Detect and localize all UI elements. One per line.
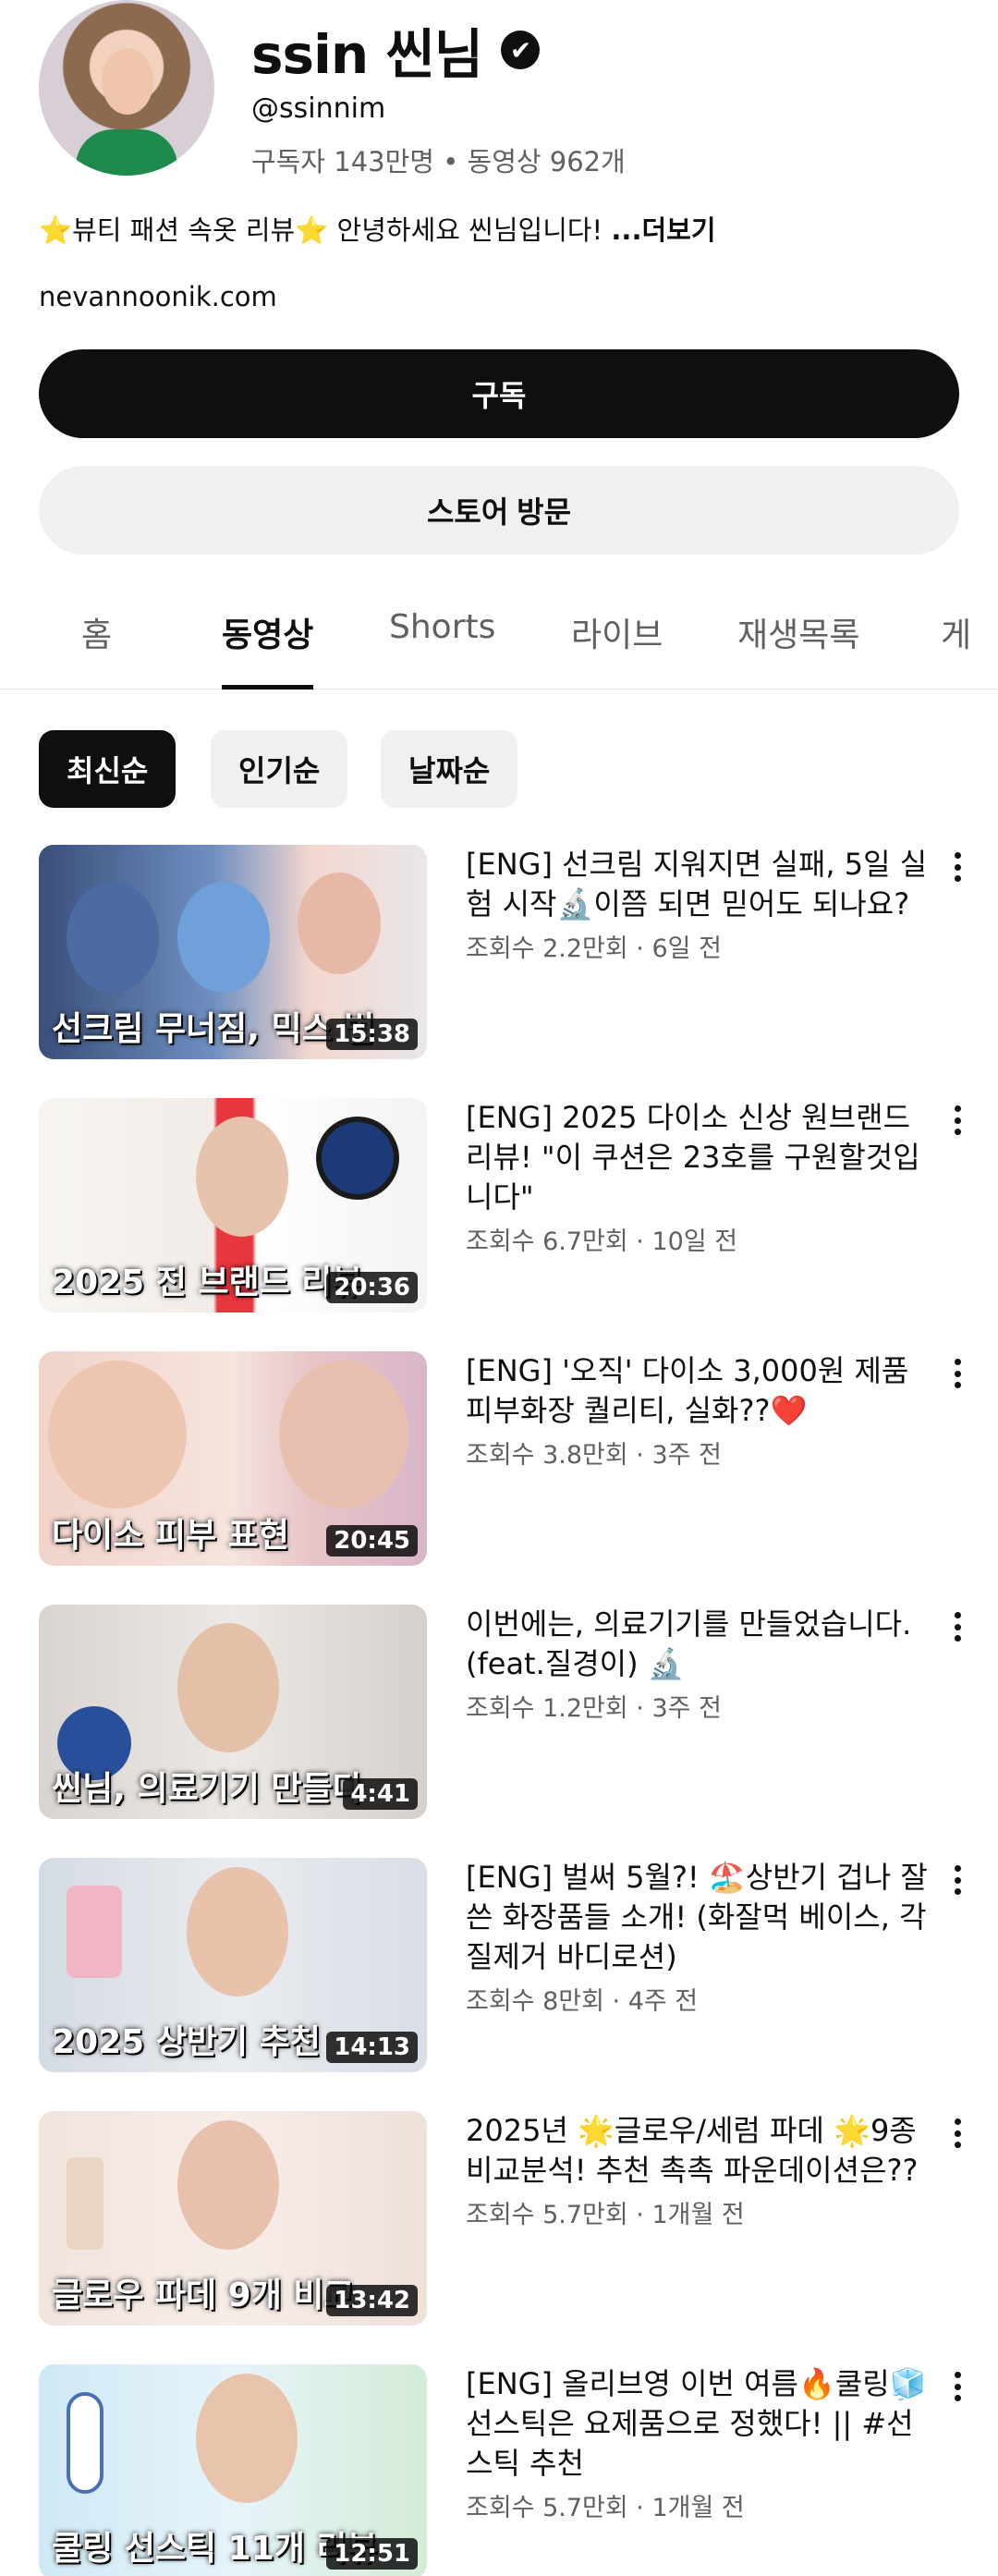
thumbnail-text: 다이소 피부 표현: [52, 1517, 289, 1555]
video-title[interactable]: [ENG] 2025 다이소 신상 원브랜드 리뷰! "이 쿠션은 23호를 구…: [466, 1098, 928, 1217]
chip-latest[interactable]: 최신순: [39, 730, 176, 808]
channel-link[interactable]: nevannoonik.com: [39, 281, 277, 312]
more-options-icon[interactable]: [946, 1102, 968, 1139]
video-duration: 20:36: [326, 1272, 418, 1303]
tab-home[interactable]: 홈: [81, 608, 112, 690]
thumbnail-text: 2025 전 브랜드 리뷰: [52, 1264, 363, 1301]
video-thumbnail[interactable]: 쿨링 선스틱 11개 리뷰 12:51: [39, 2364, 427, 2576]
video-title[interactable]: [ENG] 선크림 지워지면 실패, 5일 실험 시작🔬이쯤 되면 믿어도 되나…: [466, 845, 928, 924]
thumbnail-face-right: [279, 1361, 408, 1508]
video-duration: 12:51: [326, 2538, 418, 2570]
thumbnail-text: 씬님, 의료기기 만들다: [52, 1770, 363, 1808]
thumbnail-face-mid: [177, 882, 270, 993]
video-duration: 14:13: [326, 2032, 418, 2063]
video-info: [ENG] '오직' 다이소 3,000원 제품 피부화장 퀄리티, 실화??❤…: [466, 1351, 928, 1471]
video-thumbnail[interactable]: 2025 상반기 추천 14:13: [39, 1858, 427, 2072]
video-meta: 조회수 5.7만회 · 1개월 전: [466, 2201, 745, 2229]
video-thumbnail[interactable]: 다이소 피부 표현 20:45: [39, 1351, 427, 1566]
thumbnail-face: [177, 2120, 279, 2250]
chip-popular[interactable]: 인기순: [211, 730, 348, 808]
thumbnail-magnifier: [316, 1117, 399, 1200]
video-item[interactable]: 2025 전 브랜드 리뷰 20:36 [ENG] 2025 다이소 신상 원브…: [0, 1098, 998, 1320]
thumbnail-product: [67, 1886, 122, 1978]
channel-description[interactable]: ⭐뷰티 패션 속옷 리뷰⭐ 안녕하세요 씬님입니다! ...더보기: [39, 209, 716, 248]
video-info: [ENG] 벌써 5월?! 🏖️상반기 겁나 잘쓴 화장품들 소개! (화잘먹 …: [466, 1858, 928, 2017]
video-info: [ENG] 올리브영 이번 여름🔥쿨링🧊선스틱은 요제품으로 정했다! || #…: [466, 2364, 928, 2523]
video-thumbnail[interactable]: 2025 전 브랜드 리뷰 20:36: [39, 1098, 427, 1312]
video-meta: 조회수 1.2만회 · 3주 전: [466, 1694, 722, 1723]
video-info: [ENG] 선크림 지워지면 실패, 5일 실험 시작🔬이쯤 되면 믿어도 되나…: [466, 845, 928, 964]
video-duration: 4:41: [343, 1778, 418, 1810]
video-item[interactable]: 씬님, 의료기기 만들다 4:41 이번에는, 의료기기를 만들었습니다. (f…: [0, 1605, 998, 1826]
channel-avatar[interactable]: [39, 0, 214, 176]
video-info: 이번에는, 의료기기를 만들었습니다. (feat.질경이) 🔬 조회수 1.2…: [466, 1605, 928, 1724]
tab-shorts[interactable]: Shorts: [389, 608, 495, 690]
video-title[interactable]: 이번에는, 의료기기를 만들었습니다. (feat.질경이) 🔬: [466, 1605, 928, 1684]
tab-live[interactable]: 라이브: [571, 608, 663, 690]
video-item[interactable]: 글로우 파데 9개 비교 13:42 2025년 🌟글로우/세럼 파데 🌟9종 …: [0, 2111, 998, 2333]
thumbnail-face-right: [298, 873, 381, 974]
video-duration: 20:45: [326, 1525, 418, 1557]
thumbnail-text: 글로우 파데 9개 비교: [52, 2277, 355, 2314]
video-meta: 조회수 8만회 · 4주 전: [466, 1987, 699, 2016]
thumbnail-bottle: [67, 2157, 103, 2250]
video-item[interactable]: 다이소 피부 표현 20:45 [ENG] '오직' 다이소 3,000원 제품…: [0, 1351, 998, 1573]
video-title[interactable]: [ENG] '오직' 다이소 3,000원 제품 피부화장 퀄리티, 실화??❤…: [466, 1351, 928, 1431]
avatar-face: [102, 48, 153, 115]
channel-handle: @ssinnim: [251, 92, 386, 125]
video-meta: 조회수 5.7만회 · 1개월 전: [466, 2494, 745, 2522]
video-duration: 13:42: [326, 2285, 418, 2316]
more-options-icon[interactable]: [946, 1608, 968, 1645]
thumbnail-face: [196, 2374, 298, 2503]
more-options-icon[interactable]: [946, 848, 968, 885]
more-options-icon[interactable]: [946, 2368, 968, 2405]
verified-badge-icon: ✔: [501, 31, 541, 69]
channel-tabs: 홈 동영상 Shorts 라이브 재생목록 게: [0, 582, 998, 690]
more-options-icon[interactable]: [946, 2115, 968, 2152]
channel-header: ssin 씬님 ✔ @ssinnim 구독자 143만명 • 동영상 962개: [0, 0, 998, 194]
video-title[interactable]: [ENG] 벌써 5월?! 🏖️상반기 겁나 잘쓴 화장품들 소개! (화잘먹 …: [466, 1858, 928, 1977]
video-item[interactable]: 선크림 무너짐, 믹스 법 15:38 [ENG] 선크림 지워지면 실패, 5…: [0, 845, 998, 1067]
thumbnail-face-left: [67, 882, 159, 993]
more-options-icon[interactable]: [946, 1355, 968, 1392]
subscribe-button[interactable]: 구독: [39, 349, 959, 438]
video-item[interactable]: 쿨링 선스틱 11개 리뷰 12:51 [ENG] 올리브영 이번 여름🔥쿨링🧊…: [0, 2364, 998, 2576]
thumbnail-face: [187, 1867, 288, 1996]
video-title[interactable]: [ENG] 올리브영 이번 여름🔥쿨링🧊선스틱은 요제품으로 정했다! || #…: [466, 2364, 928, 2484]
video-thumbnail[interactable]: 글로우 파데 9개 비교 13:42: [39, 2111, 427, 2326]
avatar-shirt: [76, 129, 177, 176]
tab-videos[interactable]: 동영상: [222, 608, 314, 690]
video-duration: 15:38: [326, 1019, 418, 1050]
video-item[interactable]: 2025 상반기 추천 14:13 [ENG] 벌써 5월?! 🏖️상반기 겁나…: [0, 1858, 998, 2080]
video-info: [ENG] 2025 다이소 신상 원브랜드 리뷰! "이 쿠션은 23호를 구…: [466, 1098, 928, 1257]
channel-name: ssin 씬님: [251, 23, 483, 86]
more-options-icon[interactable]: [946, 1862, 968, 1898]
video-info: 2025년 🌟글로우/세럼 파데 🌟9종 비교분석! 추천 촉촉 파운데이션은?…: [466, 2111, 928, 2230]
more-link[interactable]: ...더보기: [611, 214, 715, 246]
channel-name-row: ssin 씬님 ✔: [251, 11, 541, 89]
thumbnail-text: 2025 상반기 추천: [52, 2023, 321, 2061]
store-button[interactable]: 스토어 방문: [39, 466, 959, 555]
video-meta: 조회수 3.8만회 · 3주 전: [466, 1441, 722, 1470]
video-meta: 조회수 6.7만회 · 10일 전: [466, 1227, 738, 1256]
channel-stats: 구독자 143만명 • 동영상 962개: [251, 146, 626, 177]
thumbnail-thermometer-icon: [67, 2392, 103, 2494]
thumbnail-face: [196, 1117, 288, 1237]
thumbnail-face-left: [48, 1361, 187, 1508]
chip-oldest[interactable]: 날짜순: [381, 730, 518, 808]
tab-playlists[interactable]: 재생목록: [737, 608, 859, 690]
video-meta: 조회수 2.2만회 · 6일 전: [466, 934, 722, 963]
video-thumbnail[interactable]: 씬님, 의료기기 만들다 4:41: [39, 1605, 427, 1819]
tab-posts[interactable]: 게: [941, 608, 971, 690]
thumbnail-face: [177, 1623, 279, 1752]
video-thumbnail[interactable]: 선크림 무너짐, 믹스 법 15:38: [39, 845, 427, 1059]
description-text: ⭐뷰티 패션 속옷 리뷰⭐ 안녕하세요 씬님입니다!: [39, 214, 612, 246]
video-title[interactable]: 2025년 🌟글로우/세럼 파데 🌟9종 비교분석! 추천 촉촉 파운데이션은?…: [466, 2111, 928, 2191]
